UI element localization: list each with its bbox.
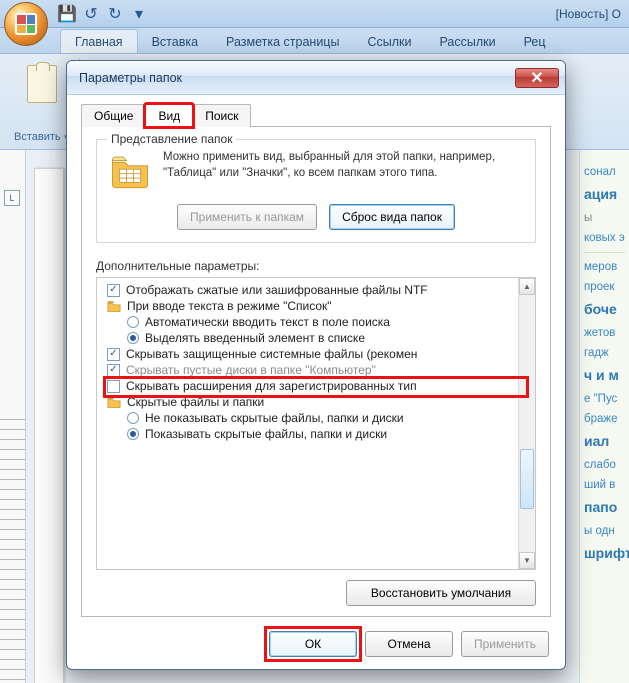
setting-label: Отображать сжатые или зашифрованные файл… bbox=[126, 283, 428, 297]
folder-views-legend: Представление папок bbox=[107, 132, 236, 146]
reset-folders-button[interactable]: Сброс вида папок bbox=[329, 204, 455, 230]
setting-label: Скрытые файлы и папки bbox=[127, 395, 264, 409]
tab-view[interactable]: Вид bbox=[145, 104, 193, 127]
folder-views-icon bbox=[109, 150, 151, 192]
advanced-setting-row[interactable]: Выделять введенный элемент в списке bbox=[97, 330, 535, 346]
apply-to-folders-button: Применить к папкам bbox=[177, 204, 317, 230]
advanced-setting-row[interactable]: При вводе текста в режиме "Список" bbox=[97, 298, 535, 314]
close-icon: ✕ bbox=[530, 68, 543, 88]
cancel-button[interactable]: Отмена bbox=[365, 631, 453, 657]
scroll-down-button[interactable]: ▼ bbox=[519, 552, 535, 569]
scroll-up-button[interactable]: ▲ bbox=[519, 278, 535, 295]
setting-label: Не показывать скрытые файлы, папки и дис… bbox=[145, 411, 404, 425]
advanced-setting-row[interactable]: Скрытые файлы и папки bbox=[97, 394, 535, 410]
dialog-title: Параметры папок bbox=[79, 71, 182, 85]
setting-label: Скрывать расширения для зарегистрированн… bbox=[126, 379, 417, 393]
setting-label: Скрывать защищенные системные файлы (рек… bbox=[126, 347, 417, 361]
folder-views-group: Представление папок Можно применить вид,… bbox=[96, 139, 536, 243]
apply-button: Применить bbox=[461, 631, 549, 657]
advanced-setting-row[interactable]: Скрывать пустые диски в папке "Компьютер… bbox=[97, 362, 535, 378]
advanced-setting-row[interactable]: Не показывать скрытые файлы, папки и дис… bbox=[97, 410, 535, 426]
advanced-setting-row[interactable]: Показывать скрытые файлы, папки и диски bbox=[97, 426, 535, 442]
advanced-settings-listbox[interactable]: Отображать сжатые или зашифрованные файл… bbox=[96, 277, 536, 570]
advanced-setting-row[interactable]: Автоматически вводить текст в поле поиск… bbox=[97, 314, 535, 330]
scroll-track[interactable] bbox=[519, 295, 535, 552]
dialog-title-bar: Параметры папок ✕ bbox=[67, 61, 565, 95]
radio[interactable] bbox=[127, 316, 139, 328]
setting-label: При вводе текста в режиме "Список" bbox=[127, 299, 332, 313]
listbox-scrollbar[interactable]: ▲ ▼ bbox=[518, 278, 535, 569]
restore-defaults-button[interactable]: Восстановить умолчания bbox=[346, 580, 536, 606]
setting-label: Автоматически вводить текст в поле поиск… bbox=[145, 315, 390, 329]
dialog-tabs: Общие Вид Поиск bbox=[81, 103, 551, 127]
checkbox[interactable] bbox=[107, 284, 120, 297]
setting-label: Показывать скрытые файлы, папки и диски bbox=[145, 427, 387, 441]
setting-label: Выделять введенный элемент в списке bbox=[145, 331, 365, 345]
advanced-setting-row[interactable]: Скрывать защищенные системные файлы (рек… bbox=[97, 346, 535, 362]
tab-search[interactable]: Поиск bbox=[192, 104, 251, 127]
folder-icon bbox=[107, 396, 121, 408]
ok-button[interactable]: ОК bbox=[269, 631, 357, 657]
checkbox[interactable] bbox=[107, 364, 120, 377]
folder-icon bbox=[107, 300, 121, 312]
folder-options-dialog: Параметры папок ✕ Общие Вид Поиск Предст… bbox=[66, 60, 566, 670]
radio[interactable] bbox=[127, 332, 139, 344]
scroll-thumb[interactable] bbox=[520, 449, 534, 509]
radio[interactable] bbox=[127, 412, 139, 424]
setting-label: Скрывать пустые диски в папке "Компьютер… bbox=[126, 363, 376, 377]
radio[interactable] bbox=[127, 428, 139, 440]
dialog-body: Общие Вид Поиск Представление папок Можн… bbox=[67, 95, 565, 669]
close-button[interactable]: ✕ bbox=[515, 68, 559, 88]
advanced-setting-row[interactable]: Отображать сжатые или зашифрованные файл… bbox=[97, 282, 535, 298]
checkbox[interactable] bbox=[107, 380, 120, 393]
dialog-footer: ОК Отмена Применить bbox=[81, 631, 551, 657]
folder-views-description: Можно применить вид, выбранный для этой … bbox=[163, 150, 523, 192]
office-button[interactable] bbox=[4, 2, 48, 46]
checkbox[interactable] bbox=[107, 348, 120, 361]
advanced-setting-row[interactable]: Скрывать расширения для зарегистрированн… bbox=[97, 378, 535, 394]
tab-panel-view: Представление папок Можно применить вид,… bbox=[81, 127, 551, 617]
advanced-settings-label: Дополнительные параметры: bbox=[96, 259, 536, 273]
tab-general[interactable]: Общие bbox=[81, 104, 146, 127]
